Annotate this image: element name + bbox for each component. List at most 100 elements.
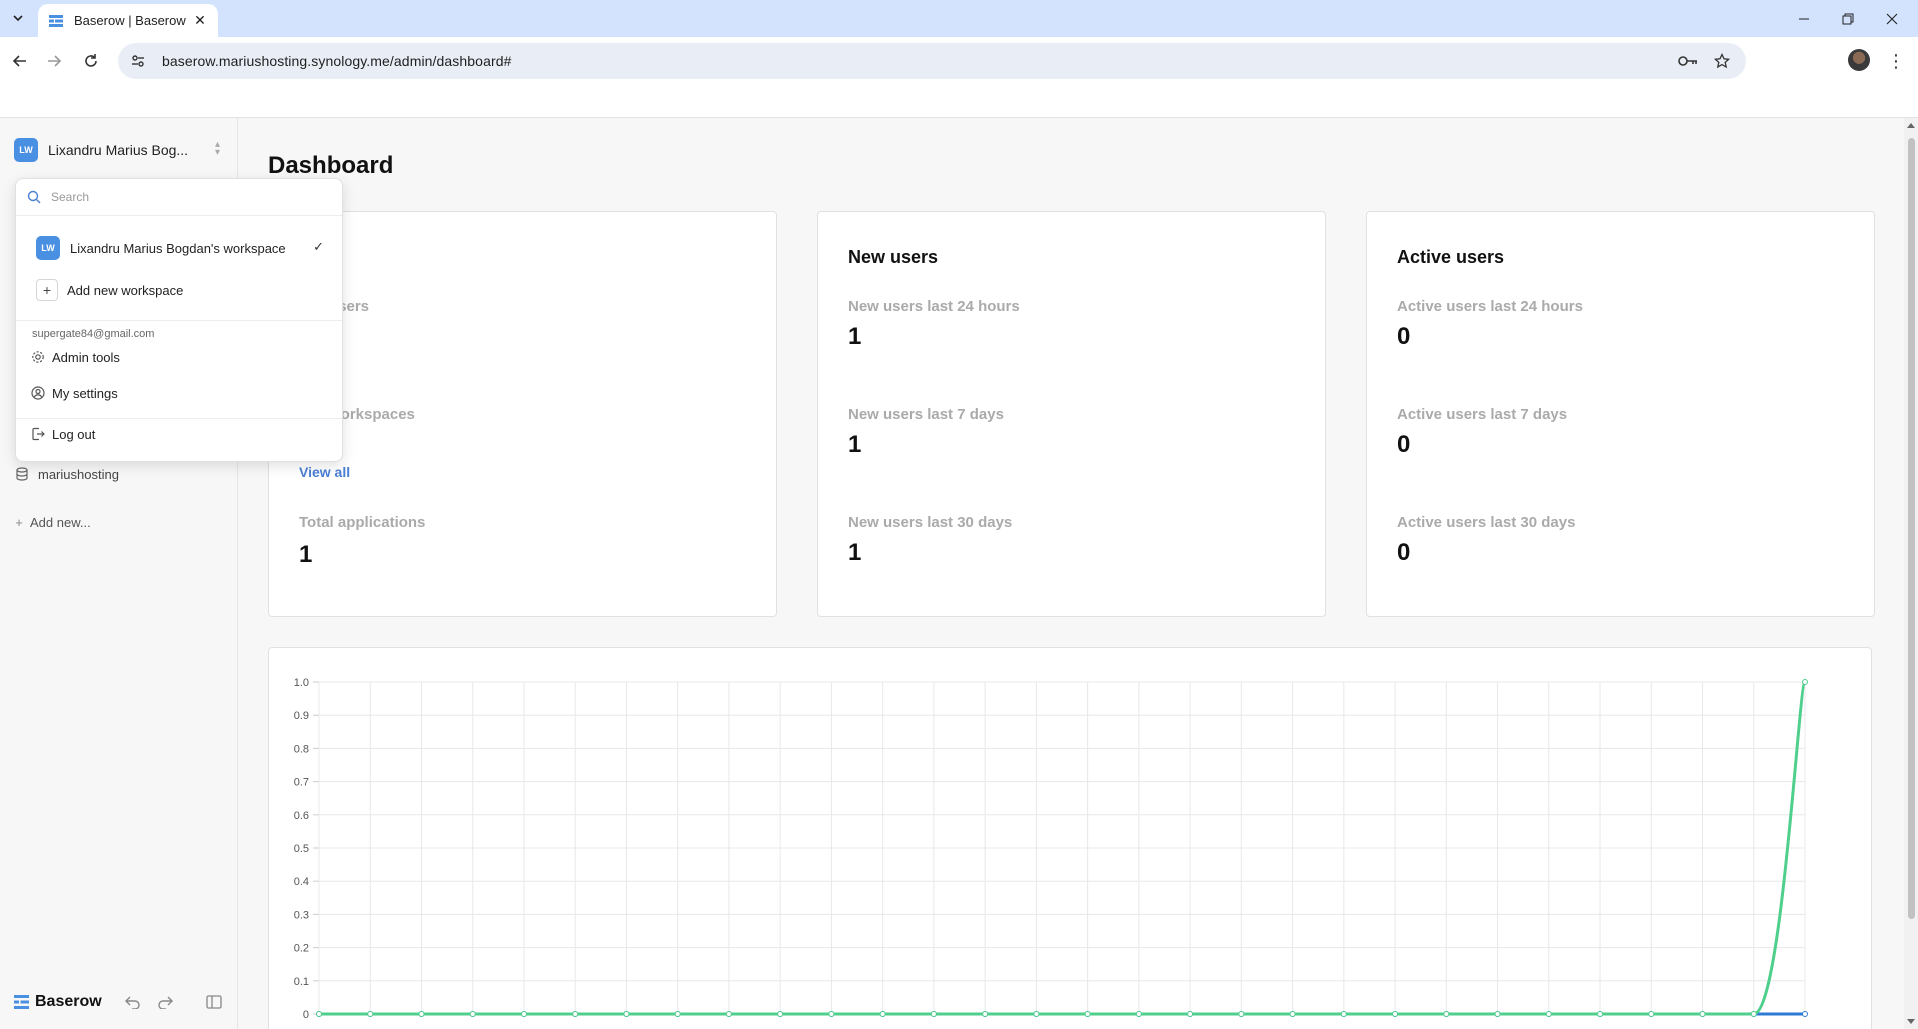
data-point <box>1238 1011 1245 1017</box>
tune-icon <box>132 55 144 67</box>
star-icon <box>1714 53 1730 69</box>
undo-button[interactable] <box>122 991 144 1013</box>
active-users-title: Active users <box>1397 247 1505 267</box>
my-settings-label: My settings <box>52 385 118 401</box>
data-point <box>828 1011 835 1017</box>
workspace-option-label: Lixandru Marius Bogdan's workspace <box>70 240 286 256</box>
back-button[interactable] <box>6 47 34 75</box>
key-icon <box>1678 56 1697 66</box>
page-top-spacer <box>0 85 1918 118</box>
close-window-button[interactable] <box>1870 4 1914 34</box>
site-info-button[interactable] <box>124 47 152 75</box>
new-users-30d-label: New users last 30 days <box>848 514 1013 531</box>
new-users-title: New users <box>848 247 939 267</box>
minimize-icon <box>1799 18 1809 20</box>
tab-title: Baserow | Baserow <box>74 13 186 28</box>
view-all-workspaces-link[interactable]: View all <box>299 464 350 480</box>
logout-item[interactable]: Log out <box>30 426 95 442</box>
browser-menu-button[interactable]: ⋮ <box>1884 47 1908 75</box>
browser-tab[interactable]: Baserow | Baserow ✕ <box>38 4 218 37</box>
data-point <box>1289 1011 1296 1017</box>
admin-tools-item[interactable]: Admin tools <box>30 349 120 365</box>
profile-avatar[interactable] <box>1848 49 1870 71</box>
redo-button[interactable] <box>154 991 176 1013</box>
gear-icon <box>30 349 46 365</box>
restore-button[interactable] <box>1826 4 1870 34</box>
y-tick-label: 0.2 <box>294 943 309 955</box>
data-point <box>777 1011 784 1017</box>
workspace-option-badge: LW <box>36 236 60 260</box>
user-email: supergate84@gmail.com <box>32 328 155 340</box>
close-tab-icon[interactable]: ✕ <box>192 12 208 29</box>
data-point <box>1648 1011 1655 1017</box>
add-new-button[interactable]: + Add new... <box>14 514 91 530</box>
logout-label: Log out <box>52 426 96 442</box>
data-point <box>469 1011 476 1017</box>
collapse-sidebar-button[interactable] <box>203 991 225 1013</box>
y-tick-label: 0.4 <box>294 876 309 888</box>
data-point <box>879 1011 886 1017</box>
workspace-option[interactable]: LW Lixandru Marius Bogdan's workspace ✓ <box>36 235 336 261</box>
sidebar-toggle-icon <box>206 994 222 1009</box>
data-point <box>572 1011 579 1017</box>
reload-icon <box>85 54 97 67</box>
logout-icon <box>30 426 46 442</box>
restore-icon <box>1842 13 1854 25</box>
new-users-24h-value: 1 <box>848 323 862 350</box>
database-icon <box>14 466 30 482</box>
data-point <box>1340 1011 1347 1017</box>
sidebar-item-label: mariushosting <box>38 466 119 482</box>
baserow-favicon-icon <box>49 14 63 27</box>
scroll-up-icon[interactable] <box>1907 123 1915 128</box>
total-applications-value: 1 <box>299 541 313 568</box>
data-point <box>982 1011 989 1017</box>
data-point <box>367 1011 374 1017</box>
address-bar[interactable]: baserow.mariushosting.synology.me/admin/… <box>118 43 1746 79</box>
reload-button[interactable] <box>77 47 105 75</box>
data-point <box>1392 1011 1399 1017</box>
page-title: Dashboard <box>268 152 394 179</box>
scroll-down-icon[interactable] <box>1907 1019 1915 1024</box>
active-users-card: Active users Active users last 24 hours … <box>1366 211 1875 617</box>
minimize-button[interactable] <box>1782 4 1826 34</box>
bookmark-button[interactable] <box>1708 47 1736 75</box>
workspace-badge: LW <box>14 138 38 162</box>
admin-tools-label: Admin tools <box>52 349 120 365</box>
baserow-logo-icon <box>14 994 29 1009</box>
new-users-7d-label: New users last 7 days <box>848 406 1004 423</box>
workspace-search-input[interactable] <box>51 190 311 204</box>
browser-tab-strip: Baserow | Baserow ✕ <box>0 0 1918 37</box>
forward-button[interactable] <box>40 47 68 75</box>
plus-icon: + <box>36 279 58 301</box>
sidebar-footer: Baserow <box>0 974 238 1029</box>
undo-icon <box>125 996 140 1009</box>
data-point <box>316 1011 322 1017</box>
data-point <box>1443 1011 1450 1017</box>
dropdown-search <box>16 179 342 216</box>
totals-card: s users ll workspaces View all Total app… <box>268 211 777 617</box>
scrollbar-thumb[interactable] <box>1908 138 1915 919</box>
data-point <box>1135 1011 1142 1017</box>
page-scrollbar[interactable] <box>1904 118 1918 1029</box>
workspace-dropdown: LW Lixandru Marius Bogdan's workspace ✓ … <box>15 178 343 462</box>
new-users-7d-value: 1 <box>848 431 862 458</box>
chevron-down-icon <box>13 15 23 22</box>
browser-toolbar: baserow.mariushosting.synology.me/admin/… <box>0 37 1918 85</box>
password-key-button[interactable] <box>1674 47 1702 75</box>
divider <box>16 418 342 419</box>
close-icon <box>1886 13 1898 25</box>
workspace-switcher[interactable]: LW Lixandru Marius Bog... ▴ ▾ <box>14 134 224 166</box>
baserow-logo[interactable]: Baserow <box>14 993 102 1011</box>
add-workspace-label: Add new workspace <box>67 282 184 298</box>
arrow-right-icon <box>48 55 62 67</box>
sidebar-item-database[interactable]: mariushosting <box>14 466 119 482</box>
add-workspace-button[interactable]: + Add new workspace <box>36 279 183 301</box>
new-users-24h-label: New users last 24 hours <box>848 298 1020 315</box>
search-icon <box>27 190 41 204</box>
url-text[interactable]: baserow.mariushosting.synology.me/admin/… <box>162 53 512 69</box>
data-point <box>1699 1011 1706 1017</box>
y-tick-label: 0.8 <box>294 743 309 755</box>
my-settings-item[interactable]: My settings <box>30 385 118 401</box>
check-icon: ✓ <box>313 239 324 254</box>
tab-search-button[interactable] <box>6 6 30 30</box>
